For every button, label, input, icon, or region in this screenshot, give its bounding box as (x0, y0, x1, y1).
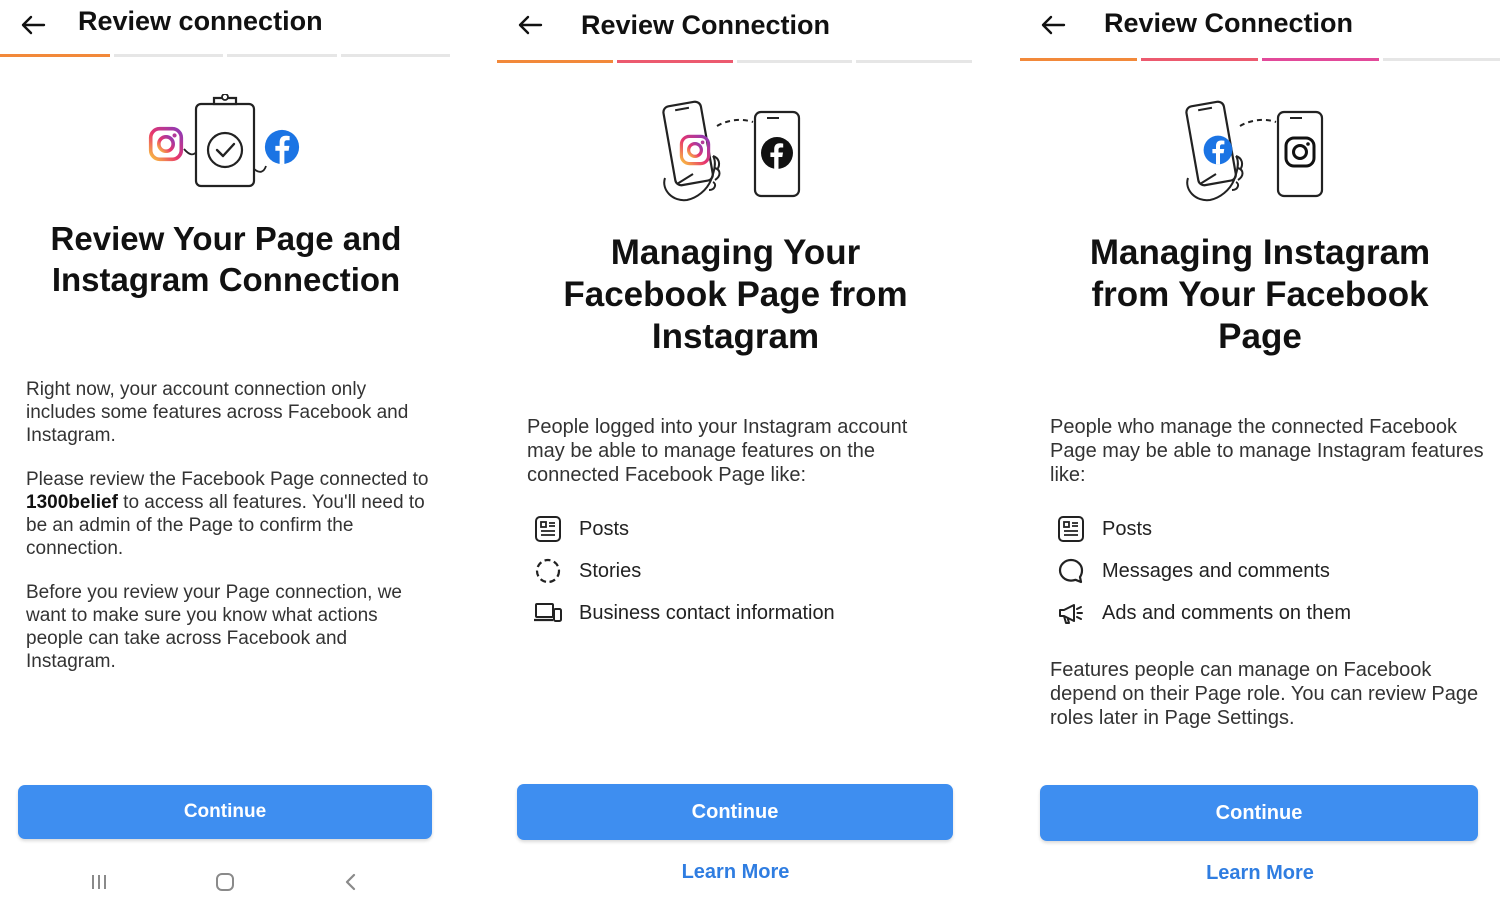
review-connection-screen-1: Review connection Review Your Page and I… (0, 0, 452, 913)
progress-segment-empty (340, 54, 450, 57)
page-heading: Review Your Page and Instagram Connectio… (50, 220, 402, 298)
continue-button[interactable]: Continue (1040, 785, 1478, 841)
posts-icon (533, 514, 563, 544)
page-title: Review Connection (581, 10, 831, 40)
megaphone-icon (1056, 598, 1086, 628)
connection-illustration (146, 94, 306, 188)
feature-item: Stories (533, 550, 835, 592)
phones-illustration (1185, 100, 1324, 202)
back-chevron-icon[interactable] (339, 870, 363, 894)
progress-segment-filled (1262, 58, 1379, 61)
feature-item: Messages and comments (1056, 550, 1351, 592)
continue-button[interactable]: Continue (18, 785, 432, 839)
phones-illustration (662, 100, 801, 202)
before-review-paragraph: Before you review your Page connection, … (26, 582, 402, 672)
progress-bar (1020, 58, 1500, 61)
header: Review Connection (1020, 0, 1500, 50)
facebook-logo-icon (1204, 136, 1233, 165)
review-connection-screen-2: Review Connection Managing Your Facebook… (497, 0, 974, 913)
progress-segment-empty (856, 60, 972, 63)
contact-info-icon (533, 598, 563, 628)
continue-button[interactable]: Continue (517, 784, 953, 840)
page-heading: Managing Your Facebook Page from Instagr… (563, 233, 908, 356)
review-connection-screen-3: Review Connection Managing Instagram fro… (1020, 0, 1500, 913)
arrow-left-icon[interactable] (18, 10, 48, 40)
recent-apps-icon[interactable] (87, 870, 111, 894)
footnote-paragraph: Features people can manage on Facebook d… (1050, 659, 1479, 729)
posts-icon (1056, 514, 1086, 544)
progress-segment-filled (616, 60, 733, 63)
header: Review Connection (497, 0, 974, 50)
feature-item: Ads and comments on them (1056, 592, 1351, 634)
feature-label: Ads and comments on them (1102, 601, 1352, 624)
arrow-left-icon[interactable] (515, 10, 545, 40)
description-paragraph: People who manage the connected Facebook… (1050, 416, 1484, 486)
review-paragraph: Please review the Facebook Page connecte… (26, 469, 429, 559)
messages-icon (1056, 556, 1086, 586)
page-title: Review Connection (1104, 8, 1354, 38)
system-navigation-bar (0, 866, 452, 898)
feature-label: Posts (1102, 517, 1153, 540)
progress-segment-empty (736, 60, 853, 63)
progress-segment-filled (497, 60, 613, 63)
intro-paragraph: Right now, your account connection only … (26, 379, 409, 446)
account-name: 1300belief (26, 492, 118, 513)
header: Review connection (0, 0, 452, 50)
feature-label: Stories (579, 559, 642, 582)
facebook-logo-icon (265, 130, 299, 164)
feature-label: Posts (579, 517, 630, 540)
feature-label: Business contact information (579, 601, 835, 624)
progress-segment-filled (0, 54, 110, 57)
progress-bar (0, 54, 450, 57)
feature-item: Posts (1056, 508, 1351, 550)
feature-item: Posts (533, 508, 835, 550)
progress-segment-empty (113, 54, 223, 57)
instagram-logo-icon (151, 129, 182, 160)
learn-more-link[interactable]: Learn More (497, 861, 974, 884)
arrow-left-icon[interactable] (1038, 10, 1068, 40)
progress-bar (497, 60, 972, 63)
stories-icon (533, 556, 563, 586)
page-title: Review connection (78, 6, 323, 36)
progress-segment-filled (1020, 58, 1137, 61)
feature-list: Posts Stories Business contact information (533, 508, 835, 634)
progress-segment-empty (1383, 58, 1500, 61)
home-icon[interactable] (213, 870, 237, 894)
description-paragraph: People logged into your Instagram accoun… (527, 416, 908, 486)
progress-segment-filled (1141, 58, 1258, 61)
learn-more-link[interactable]: Learn More (1020, 862, 1500, 885)
feature-label: Messages and comments (1102, 559, 1330, 582)
page-heading: Managing Instagram from Your Facebook Pa… (1089, 233, 1431, 356)
feature-item: Business contact information (533, 592, 835, 634)
progress-segment-empty (227, 54, 337, 57)
feature-list: Posts Messages and comments Ads and commen… (1056, 508, 1351, 634)
